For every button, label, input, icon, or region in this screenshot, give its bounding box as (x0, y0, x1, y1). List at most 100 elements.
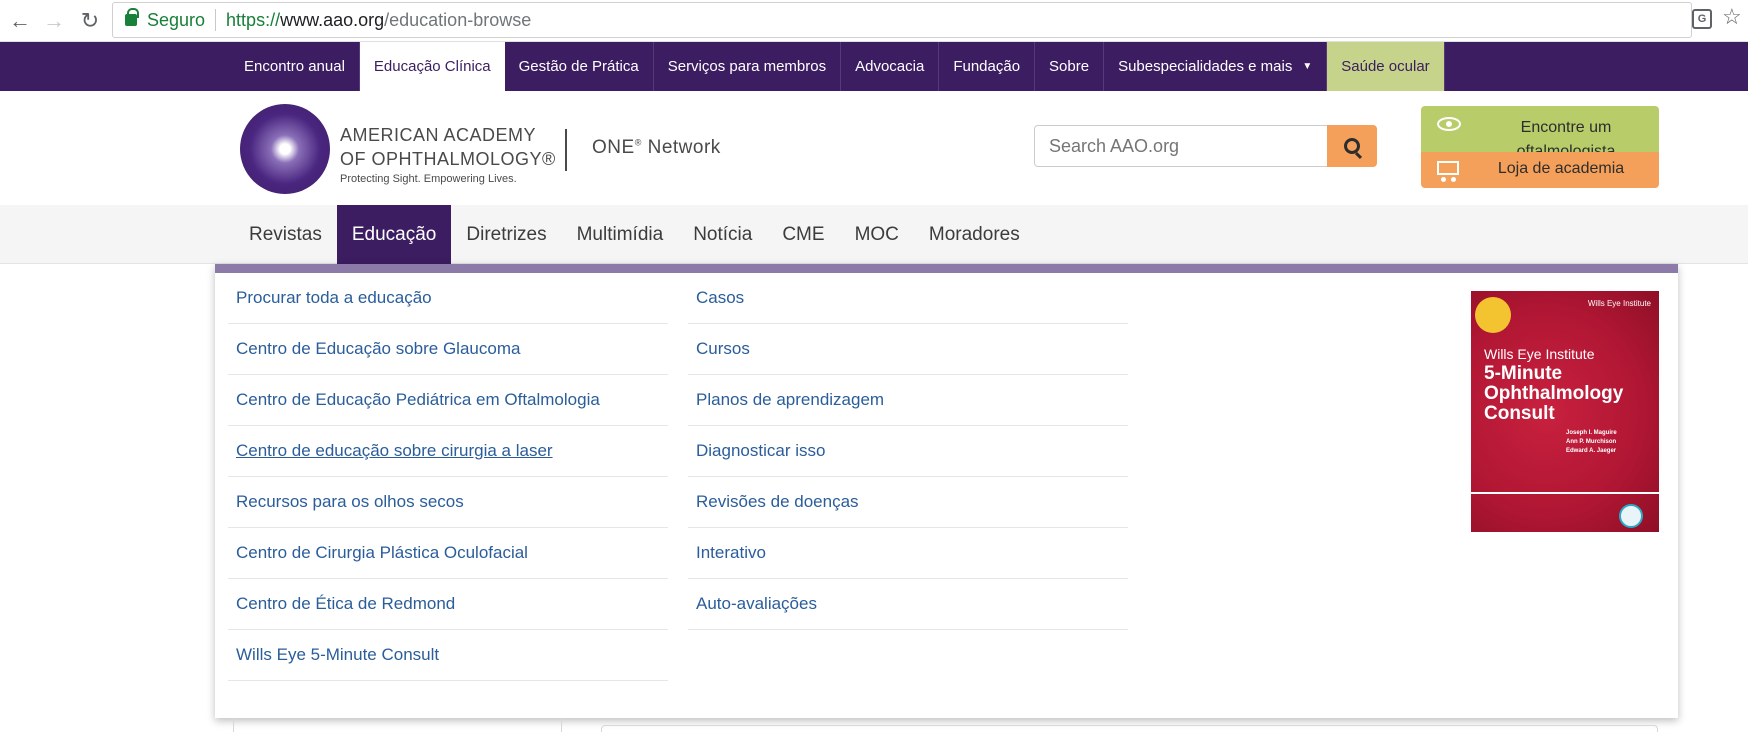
dropdown-link[interactable]: Cursos (688, 324, 1128, 375)
secnav-label: Educação (351, 223, 437, 245)
secnav-label: MOC (854, 223, 899, 245)
dropdown-link-label: Planos de aprendizagem (696, 390, 885, 409)
reload-icon[interactable]: ↻ (72, 3, 108, 39)
topnav-item-practice-management[interactable]: Gestão de Prática (505, 42, 654, 91)
topnav-label: Fundação (953, 58, 1021, 75)
secnav-item-residents[interactable]: Moradores (914, 205, 1035, 264)
one-network-link[interactable]: ONE® Network (592, 137, 721, 159)
secnav-label: Revistas (249, 223, 322, 245)
aao-logo-icon[interactable] (240, 104, 330, 194)
topnav-item-eye-health[interactable]: Saúde ocular (1327, 42, 1445, 91)
dropdown-link-label: Cursos (696, 339, 750, 358)
dropdown-link-hovered[interactable]: Centro de educação sobre cirurgia a lase… (228, 426, 668, 477)
secnav-item-education[interactable]: Educação (336, 205, 452, 264)
dropdown-link[interactable]: Procurar toda a educação (228, 273, 668, 324)
network-name: ONE (592, 137, 635, 158)
dropdown-link-label: Auto-avaliações (696, 594, 817, 613)
dropdown-link[interactable]: Centro de Ética de Redmond (228, 579, 668, 630)
dropdown-link-label: Procurar toda a educação (236, 288, 432, 307)
secnav-label: Diretrizes (466, 223, 547, 245)
secnav-item-moc[interactable]: MOC (840, 205, 914, 264)
logo-line2: OF OPHTHALMOLOGY® (340, 149, 556, 169)
academy-store-label: Loja de academia (1497, 160, 1625, 177)
education-dropdown-menu: Procurar toda a educação Centro de Educa… (215, 264, 1678, 718)
address-bar[interactable]: Seguro https://www.aao.org/education-bro… (112, 2, 1692, 38)
topnav-item-clinical-education[interactable]: Educação Clínica (359, 42, 505, 91)
search-input[interactable] (1034, 125, 1328, 167)
dropdown-link[interactable]: Wills Eye 5-Minute Consult (228, 630, 668, 681)
search-icon (1344, 138, 1360, 154)
translate-icon[interactable]: G (1692, 9, 1712, 29)
page-column-edge (233, 718, 234, 732)
book-divider (1471, 492, 1659, 494)
site-header: AMERICAN ACADEMY OF OPHTHALMOLOGY® Prote… (0, 91, 1748, 205)
dropdown-link-label: Centro de Educação sobre Glaucoma (236, 339, 521, 358)
dropdown-link-label: Centro de Cirurgia Plástica Oculofacial (236, 543, 528, 562)
dropdown-link[interactable]: Revisões de doenças (688, 477, 1128, 528)
url-scheme: https:// (226, 9, 281, 30)
topnav-item-advocacy[interactable]: Advocacia (841, 42, 940, 91)
topnav-item-member-services[interactable]: Serviços para membros (654, 42, 842, 91)
topnav-label: Encontro anual (244, 58, 345, 75)
find-ophthalmologist-label: Encontre um oftalmologista (1516, 119, 1616, 152)
dropdown-link[interactable]: Diagnosticar isso (688, 426, 1128, 477)
topnav-label: Advocacia (855, 58, 925, 75)
dropdown-link-label: Diagnosticar isso (696, 441, 826, 460)
book-authors: Joseph I. Maguire Ann P. Murchison Edwar… (1566, 430, 1617, 454)
lock-icon (125, 8, 139, 26)
secondary-navigation: Revistas Educação Diretrizes Multimídia … (0, 205, 1748, 264)
book-publisher: Wills Eye Institute (1484, 346, 1595, 362)
dropdown-link-label: Revisões de doenças (696, 492, 859, 511)
dropdown-link[interactable]: Centro de Educação Pediátrica em Oftalmo… (228, 375, 668, 426)
dropdown-link[interactable]: Recursos para os olhos secos (228, 477, 668, 528)
browser-toolbar: ← → ↻ Seguro https://www.aao.org/educati… (0, 0, 1748, 42)
back-arrow-icon[interactable]: ← (2, 3, 38, 39)
dropdown-link-label: Interativo (696, 543, 766, 562)
dropdown-column-types: Casos Cursos Planos de aprendizagem Diag… (688, 273, 1128, 630)
secure-label: Seguro (147, 9, 206, 30)
cart-icon (1437, 161, 1459, 182)
bookmark-star-icon[interactable]: ☆ (1722, 4, 1742, 30)
topnav-item-annual-meeting[interactable]: Encontro anual (230, 42, 360, 91)
secnav-item-cme[interactable]: CME (767, 205, 839, 264)
secnav-item-guidelines[interactable]: Diretrizes (451, 205, 561, 264)
topnav-item-about[interactable]: Sobre (1035, 42, 1105, 91)
find-ophthalmologist-button[interactable]: Encontre um oftalmologista (1421, 106, 1659, 152)
topnav-label: Sobre (1049, 58, 1090, 75)
top-navigation: Encontro anual Educação Clínica Gestão d… (0, 42, 1748, 91)
dropdown-link-label: Centro de Educação Pediátrica em Oftalmo… (236, 390, 600, 409)
secnav-label: Notícia (693, 223, 753, 245)
dropdown-link[interactable]: Centro de Cirurgia Plástica Oculofacial (228, 528, 668, 579)
forward-arrow-icon[interactable]: → (36, 3, 72, 39)
eye-icon (1437, 117, 1461, 131)
dropdown-link-label: Centro de Ética de Redmond (236, 594, 456, 613)
topnav-item-foundation[interactable]: Fundação (939, 42, 1036, 91)
dropdown-link[interactable]: Planos de aprendizagem (688, 375, 1128, 426)
dropdown-link[interactable]: Interativo (688, 528, 1128, 579)
dropdown-link[interactable]: Auto-avaliações (688, 579, 1128, 630)
secnav-item-multimedia[interactable]: Multimídia (562, 205, 679, 264)
book-badge-icon (1475, 297, 1511, 333)
topnav-label: Educação Clínica (373, 58, 491, 75)
network-sup: ® (634, 137, 642, 148)
dropdown-link[interactable]: Casos (688, 273, 1128, 324)
secnav-label: Moradores (928, 223, 1020, 245)
topnav-item-subspecialties[interactable]: Subespecialidades e mais ▼ (1104, 42, 1328, 91)
secnav-item-news[interactable]: Notícia (678, 205, 767, 264)
page-content-card (601, 725, 1658, 732)
search-button[interactable] (1327, 125, 1377, 167)
academy-store-button[interactable]: Loja de academia (1421, 152, 1659, 188)
dropdown-link-label: Casos (696, 288, 745, 307)
logo-line1: AMERICAN ACADEMY (340, 125, 537, 145)
book-title: 5-Minute Ophthalmology Consult (1484, 363, 1624, 424)
page-column-edge (561, 718, 562, 732)
book-seal-icon (1619, 504, 1643, 528)
dropdown-column-centers: Procurar toda a educação Centro de Educa… (228, 273, 668, 681)
secnav-item-journals[interactable]: Revistas (234, 205, 337, 264)
wills-eye-book-cover[interactable]: Wills Eye Institute Wills Eye Institute … (1471, 291, 1659, 532)
caret-down-icon: ▼ (1302, 61, 1313, 72)
dropdown-link-label: Centro de educação sobre cirurgia a lase… (236, 441, 553, 460)
logo-tagline: Protecting Sight. Empowering Lives. (340, 173, 517, 185)
network-suffix: Network (647, 137, 721, 158)
dropdown-link[interactable]: Centro de Educação sobre Glaucoma (228, 324, 668, 375)
